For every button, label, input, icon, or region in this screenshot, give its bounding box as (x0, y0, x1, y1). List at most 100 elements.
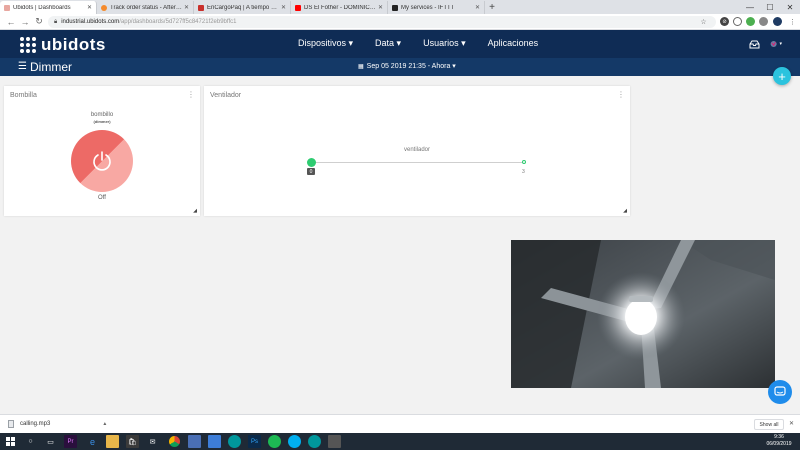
premiere-icon[interactable]: Pr (64, 435, 77, 448)
forward-arrow-icon[interactable]: → (18, 15, 32, 29)
tab-label: DS El Fother - DOMINICAN Gau... (304, 4, 376, 11)
dashboard-title[interactable]: Dimmer (30, 60, 72, 74)
dashboard-bar: ☰ Dimmer ▦ Sep 05 2019 21:35 - Ahora ▾ (0, 58, 800, 76)
new-tab-button[interactable]: + (485, 1, 499, 14)
add-widget-button[interactable]: + (773, 67, 791, 85)
date-range-picker[interactable]: ▦ Sep 05 2019 21:35 - Ahora ▾ (358, 62, 456, 70)
ps-icon[interactable]: Ps (248, 435, 261, 448)
tab-favicon-icon (198, 4, 204, 11)
nav-aplicaciones[interactable]: Aplicaciones (488, 38, 539, 49)
widget-title: Bombilla (10, 92, 37, 99)
close-icon[interactable]: ✕ (789, 420, 794, 427)
top-navigation: Dispositivos ▾ Data ▾ Usuarios ▾ Aplicac… (298, 38, 560, 49)
url-host: industrial.ubidots.com (61, 19, 120, 25)
url-path: /app/dashboards/5d727ff5c84721f2eb9bffc1 (119, 19, 237, 25)
chat-support-button[interactable] (768, 380, 792, 404)
date-range-label: Sep 05 2019 21:35 - Ahora ▾ (366, 63, 456, 70)
tab-label: My services - IFTTT (401, 4, 455, 11)
search-icon[interactable]: ○ (24, 435, 37, 448)
widget-menu-icon[interactable]: ⋮ (617, 90, 625, 99)
system-clock[interactable]: 9:36 06/09/2019 (762, 434, 796, 448)
switch-button[interactable] (71, 130, 133, 192)
tab-label: EnCargoPaq | A tiempo en tu P... (207, 4, 279, 11)
windows-start-icon[interactable] (4, 435, 17, 448)
hamburger-menu-icon[interactable]: ☰ (18, 61, 27, 72)
power-icon (93, 151, 111, 171)
nav-data[interactable]: Data ▾ (375, 38, 401, 49)
window-close-button[interactable]: ✕ (780, 0, 800, 14)
widget-menu-icon[interactable]: ⋮ (187, 90, 195, 99)
skype-icon[interactable] (288, 435, 301, 448)
browser-tab-strip: Ubidots | Dashboards ✕ Track order statu… (0, 0, 800, 14)
tab-close-icon[interactable]: ✕ (87, 4, 92, 11)
window-maximize-button[interactable]: ☐ (760, 0, 780, 14)
slider-min-label: 0 (307, 168, 315, 175)
tab-close-icon[interactable]: ✕ (378, 4, 383, 11)
tab-close-icon[interactable]: ✕ (475, 4, 480, 11)
user-avatar[interactable]: ▾ (770, 39, 782, 49)
slider-track[interactable] (312, 162, 526, 163)
ubidots-logo[interactable]: ubidots (20, 35, 106, 55)
extension-icon[interactable] (759, 17, 768, 26)
resize-handle-icon[interactable]: ◢ (193, 208, 197, 214)
variable-name: bombillo (90, 112, 114, 118)
chat-bubble-icon (774, 386, 786, 396)
photos-icon[interactable] (208, 435, 221, 448)
tab-close-icon[interactable]: ✕ (281, 4, 286, 11)
chevron-up-icon[interactable]: ▲ (102, 421, 107, 427)
ifttt-icon (392, 4, 398, 11)
inbox-icon[interactable] (748, 39, 760, 49)
chrome-icon[interactable] (168, 435, 181, 448)
clock-date: 06/09/2019 (766, 441, 792, 447)
app-icon[interactable] (328, 435, 341, 448)
clock-time: 9:36 (774, 434, 784, 440)
tab-close-icon[interactable]: ✕ (184, 4, 189, 11)
ceiling-fan-image (511, 240, 775, 388)
more-menu-icon[interactable]: ⋮ (788, 17, 797, 26)
edge-icon[interactable]: e (86, 435, 99, 448)
file-icon (8, 420, 14, 428)
calendar-icon: ▦ (358, 63, 364, 70)
bookmark-star-icon[interactable]: ☆ (699, 17, 708, 26)
back-arrow-icon[interactable]: ← (4, 15, 18, 29)
profile-avatar[interactable] (773, 17, 782, 26)
task-view-icon[interactable]: ▭ (44, 435, 57, 448)
reload-icon[interactable]: ↻ (32, 15, 46, 29)
download-item[interactable]: calling.mp3 ▲ (8, 420, 107, 428)
window-minimize-button[interactable]: — (740, 0, 760, 14)
arduino-icon[interactable] (228, 435, 241, 448)
tab-label: Track order status - AfterShip (110, 4, 182, 11)
extension-icon[interactable] (733, 17, 742, 26)
tab-ubidots-dashboards[interactable]: Ubidots | Dashboards ✕ (0, 1, 97, 14)
tab-favicon-icon (101, 4, 107, 11)
arduino-icon[interactable] (308, 435, 321, 448)
address-bar[interactable]: 🔒︎ industrial.ubidots.com /app/dashboard… (48, 16, 716, 28)
store-icon[interactable]: 🛍︎ (126, 435, 139, 448)
windows-taskbar: ○ ▭ Pr e 🛍︎ ✉ Ps 9:36 06/09/2019 (0, 433, 800, 450)
slider-handle[interactable] (307, 158, 316, 167)
logo-text: ubidots (41, 35, 106, 54)
variable-name: ventilador (404, 147, 431, 153)
nav-usuarios[interactable]: Usuarios ▾ (423, 38, 466, 49)
webcam-video-overlay (511, 240, 775, 388)
extension-icon[interactable]: ⊘ (720, 17, 729, 26)
spotify-icon[interactable] (268, 435, 281, 448)
slider-max-label: 3 (522, 169, 525, 175)
remote-desktop-icon[interactable] (188, 435, 201, 448)
show-all-button[interactable]: Show all (754, 419, 784, 430)
mail-icon[interactable]: ✉ (146, 435, 159, 448)
switch-state-label: Off (98, 195, 106, 201)
device-name: (dimmer) (93, 119, 111, 124)
widget-bombilla: Bombilla ⋮ bombillo (dimmer) Off ◢ (4, 86, 200, 216)
tab-favicon-icon (4, 4, 10, 11)
tab-ifttt[interactable]: My services - IFTTT ✕ (388, 1, 485, 14)
widget-ventilador: Ventilador ⋮ ventilador 0 3 ◢ (204, 86, 630, 216)
file-explorer-icon[interactable] (106, 435, 119, 448)
tab-aftership[interactable]: Track order status - AfterShip ✕ (97, 1, 194, 14)
tab-encargopaq[interactable]: EnCargoPaq | A tiempo en tu P... ✕ (194, 1, 291, 14)
extension-icon[interactable] (746, 17, 755, 26)
resize-handle-icon[interactable]: ◢ (623, 208, 627, 214)
widget-title: Ventilador (210, 92, 242, 99)
nav-dispositivos[interactable]: Dispositivos ▾ (298, 38, 353, 49)
tab-youtube[interactable]: DS El Fother - DOMINICAN Gau... ✕ (291, 1, 388, 14)
